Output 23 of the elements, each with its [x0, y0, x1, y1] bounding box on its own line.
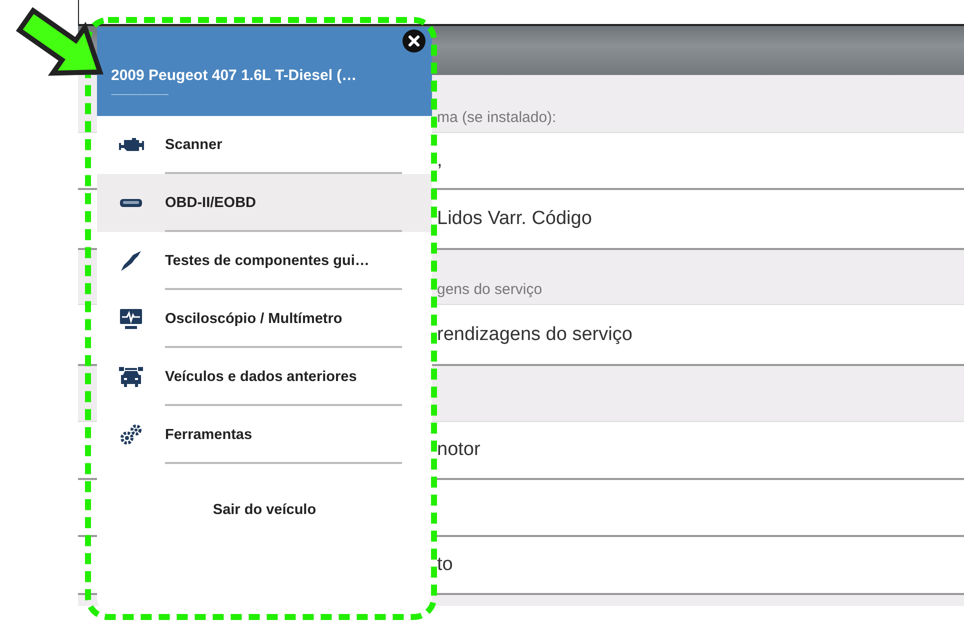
probe-icon [120, 250, 142, 272]
oscilloscope-icon [119, 308, 143, 330]
vehicle-subtitle: ----------------------- [111, 89, 168, 99]
section-label: gens do serviço [437, 281, 542, 298]
gears-icon [119, 424, 143, 446]
list-item-label[interactable]: to [437, 554, 453, 576]
vehicle-title: 2009 Peugeot 407 1.6L T-Diesel (… [111, 67, 357, 84]
menu-item[interactable]: Veículos e dados anteriores [97, 348, 432, 406]
menu-item[interactable]: Testes de componentes gui… [97, 232, 432, 290]
menu-item[interactable]: Ferramentas [97, 406, 432, 464]
list-item-label[interactable]: rendizagens do serviço [437, 324, 632, 346]
list-item-label[interactable]: notor [437, 439, 480, 461]
menu-item[interactable]: OBD-II/EOBD [97, 174, 432, 232]
connector-icon [119, 198, 143, 208]
engine-icon [118, 137, 144, 153]
exit-vehicle-button[interactable]: Sair do veículo [204, 498, 324, 522]
list-item-label[interactable]: Lidos Varr. Código [437, 208, 592, 230]
section-label: ma (se instalado): [437, 109, 556, 126]
close-button[interactable] [402, 29, 426, 53]
menu-item[interactable]: Scanner [97, 116, 432, 174]
vehicle-icon [118, 365, 144, 389]
menu-item[interactable]: Osciloscópio / Multímetro [97, 290, 432, 348]
list-item-label[interactable]: , [437, 150, 442, 172]
